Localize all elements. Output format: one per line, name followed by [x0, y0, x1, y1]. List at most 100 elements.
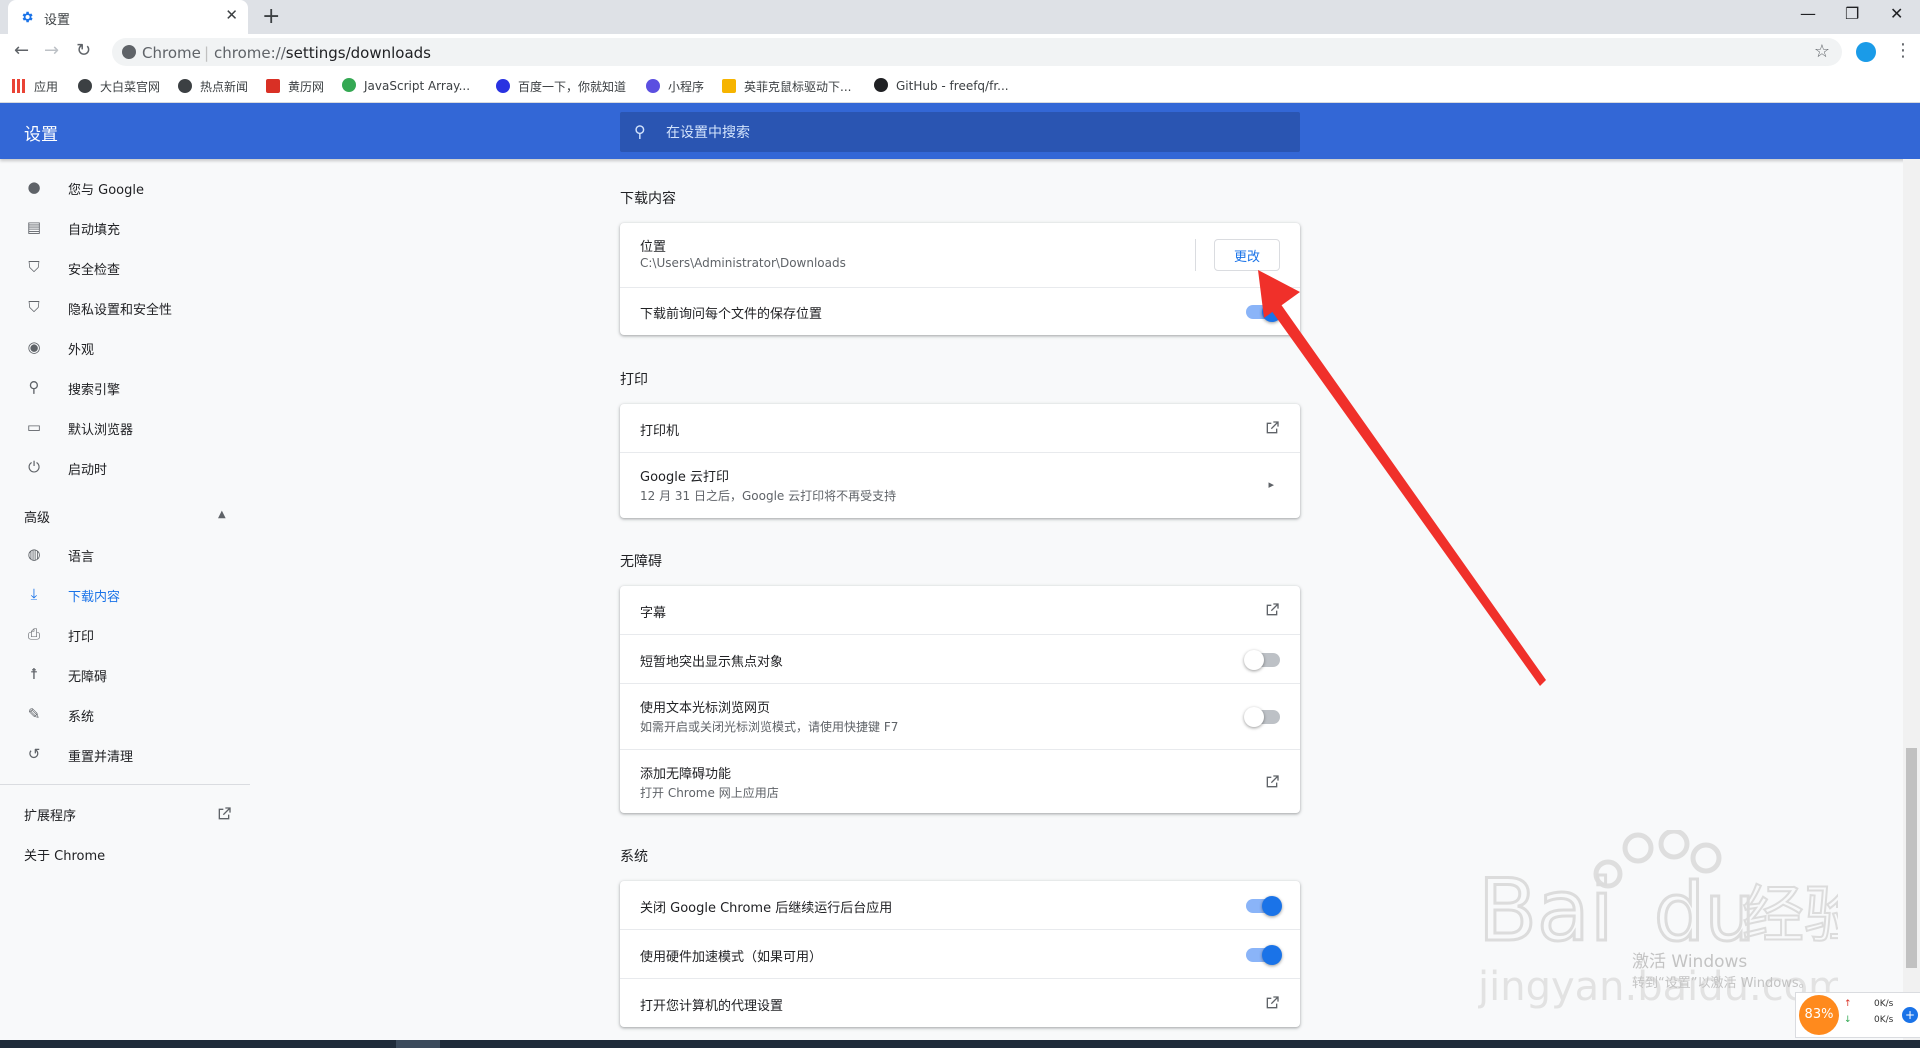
- sidebar-item-appearance[interactable]: ◉ 外观: [0, 327, 250, 367]
- downloads-section-title: 下载内容: [620, 191, 676, 207]
- proxy-settings-row[interactable]: 打开您计算机的代理设置: [620, 978, 1300, 1027]
- external-link-icon[interactable]: [1264, 602, 1280, 618]
- sidebar-item-default-browser[interactable]: ▭ 默认浏览器: [0, 407, 250, 447]
- browser-toolbar: ← → ↻ Chrome | chrome://settings/downloa…: [0, 34, 1920, 70]
- caret-browsing-row[interactable]: 使用文本光标浏览网页 如需开启或关闭光标浏览模式，请使用快捷键 F7: [620, 683, 1300, 749]
- sidebar-advanced-toggle[interactable]: 高级: [24, 507, 50, 526]
- taskbar: [0, 1040, 1920, 1048]
- chevron-up-icon[interactable]: ▲: [218, 509, 226, 520]
- sidebar-item-reset[interactable]: ↺ 重置并清理: [0, 734, 250, 774]
- sidebar-item-label: 启动时: [68, 463, 108, 478]
- download-location-row: 位置 C:\Users\Administrator\Downloads 更改: [620, 223, 1300, 287]
- restore-button[interactable]: ❐: [1845, 4, 1859, 23]
- bookmark-item[interactable]: 百度一下，你就知道: [496, 78, 626, 95]
- change-location-button[interactable]: 更改: [1214, 239, 1280, 271]
- proxy-settings-label: 打开您计算机的代理设置: [640, 999, 784, 1014]
- printers-row[interactable]: 打印机: [620, 404, 1300, 452]
- bookmark-item[interactable]: 热点新闻: [178, 78, 248, 95]
- download-icon: ⤓: [30, 585, 38, 603]
- network-speed-widget[interactable]: 83% ↑ ↓ 0K/s 0K/s +: [1795, 992, 1920, 1038]
- settings-search[interactable]: ⚲: [620, 112, 1300, 154]
- sidebar-item-label: 重置并清理: [68, 750, 134, 765]
- reload-icon[interactable]: ↻: [76, 40, 91, 61]
- sidebar-item-label: 系统: [68, 710, 95, 725]
- sidebar-item-privacy[interactable]: ⛉ 隐私设置和安全性: [0, 287, 250, 327]
- bookmark-label: JavaScript Array...: [364, 79, 471, 93]
- add-accessibility-label: 添加无障碍功能: [640, 767, 732, 782]
- toggle-knob: [1244, 650, 1264, 670]
- minimize-button[interactable]: —: [1800, 4, 1816, 23]
- sidebar-item-languages[interactable]: ◍ 语言: [0, 534, 250, 574]
- external-link-icon[interactable]: [1264, 420, 1280, 436]
- sidebar-item-downloads[interactable]: ⤓ 下载内容: [0, 574, 250, 614]
- sidebar-item-label: 外观: [68, 343, 95, 358]
- bookmark-item[interactable]: 黄历网: [266, 78, 324, 95]
- cloud-print-label: Google 云打印: [640, 470, 729, 485]
- taskbar-button[interactable]: [396, 1040, 440, 1048]
- url-text[interactable]: chrome://settings/downloads: [214, 44, 431, 62]
- bookmark-label: 百度一下，你就知道: [518, 80, 627, 94]
- url-prefix: chrome://: [214, 44, 286, 62]
- caret-browsing-label: 使用文本光标浏览网页: [640, 701, 771, 716]
- background-apps-toggle[interactable]: [1246, 896, 1282, 916]
- sidebar-item-system[interactable]: ✎ 系统: [0, 694, 250, 734]
- apps-icon: [12, 79, 26, 93]
- caret-browsing-toggle[interactable]: [1244, 707, 1280, 727]
- sidebar-item-accessibility[interactable]: ☨ 无障碍: [0, 654, 250, 694]
- focus-highlight-toggle[interactable]: [1244, 650, 1280, 670]
- hardware-acceleration-row[interactable]: 使用硬件加速模式（如果可用）: [620, 929, 1300, 978]
- search-icon: ⚲: [28, 378, 40, 396]
- toggle-knob: [1262, 945, 1282, 965]
- paw-icon: [496, 79, 510, 93]
- tab-close-icon[interactable]: ✕: [225, 6, 238, 24]
- tab-settings[interactable]: 设置 ✕: [8, 0, 248, 34]
- profile-avatar[interactable]: [1856, 42, 1876, 62]
- captions-row[interactable]: 字幕: [620, 586, 1300, 634]
- sidebar-item-on-startup[interactable]: ⏻ 启动时: [0, 447, 250, 487]
- bookmark-item[interactable]: GitHub - freefq/fr...: [874, 78, 1009, 93]
- background-apps-row[interactable]: 关闭 Google Chrome 后继续运行后台应用: [620, 881, 1300, 929]
- omnibox-separator: |: [204, 44, 210, 62]
- close-window-button[interactable]: ✕: [1890, 4, 1903, 23]
- search-input[interactable]: [664, 112, 1268, 154]
- upload-arrow-icon: ↑: [1844, 999, 1852, 1009]
- sidebar-item-you-and-google[interactable]: ● 您与 Google: [0, 167, 250, 207]
- focus-highlight-row[interactable]: 短暂地突出显示焦点对象: [620, 634, 1300, 683]
- upload-speed: 0K/s: [1874, 999, 1894, 1009]
- new-tab-button[interactable]: +: [262, 4, 280, 29]
- bookmark-item[interactable]: 英菲克鼠标驱动下...: [722, 78, 851, 95]
- plus-icon[interactable]: +: [1902, 1007, 1918, 1023]
- forward-icon[interactable]: →: [44, 40, 59, 61]
- external-link-icon[interactable]: [216, 806, 232, 822]
- bookmark-item[interactable]: 大白菜官网: [78, 78, 160, 95]
- bookmark-item[interactable]: JavaScript Array...: [342, 78, 470, 93]
- ask-location-toggle[interactable]: [1246, 302, 1282, 322]
- bookmark-label: 大白菜官网: [100, 80, 161, 94]
- external-link-icon[interactable]: [1264, 995, 1280, 1011]
- hardware-acceleration-toggle[interactable]: [1246, 945, 1282, 965]
- bookmark-item[interactable]: 小程序: [646, 78, 704, 95]
- svg-text:Bai: Bai: [1478, 861, 1614, 961]
- address-bar[interactable]: Chrome | chrome://settings/downloads ☆: [112, 38, 1842, 66]
- power-icon: ⏻: [28, 458, 40, 476]
- scrollbar-thumb[interactable]: [1906, 748, 1917, 968]
- menu-icon[interactable]: ⋮: [1894, 40, 1912, 61]
- sidebar-item-safety-check[interactable]: ⛉ 安全检查: [0, 247, 250, 287]
- cloud-print-row[interactable]: Google 云打印 12 月 31 日之后，Google 云打印将不再受支持 …: [620, 452, 1300, 518]
- back-icon[interactable]: ←: [14, 40, 29, 61]
- sidebar-item-autofill[interactable]: ▤ 自动填充: [0, 207, 250, 247]
- svg-text:du: du: [1654, 866, 1755, 959]
- external-link-icon[interactable]: [1264, 774, 1280, 790]
- bookmark-item[interactable]: 应用: [12, 78, 58, 95]
- url-path: settings/downloads: [285, 44, 431, 62]
- gear-icon: [22, 11, 33, 23]
- ask-location-row[interactable]: 下载前询问每个文件的保存位置: [620, 287, 1300, 335]
- bookmark-star-icon[interactable]: ☆: [1814, 41, 1830, 62]
- sidebar-item-search-engine[interactable]: ⚲ 搜索引擎: [0, 367, 250, 407]
- add-accessibility-row[interactable]: 添加无障碍功能 打开 Chrome 网上应用店: [620, 749, 1300, 814]
- site-info-icon[interactable]: [122, 45, 136, 59]
- sidebar-item-label: 无障碍: [68, 670, 108, 685]
- sidebar-item-about[interactable]: 关于 Chrome: [24, 845, 105, 864]
- sidebar-item-extensions[interactable]: 扩展程序: [24, 805, 76, 824]
- sidebar-item-printing[interactable]: ⎙ 打印: [0, 614, 250, 654]
